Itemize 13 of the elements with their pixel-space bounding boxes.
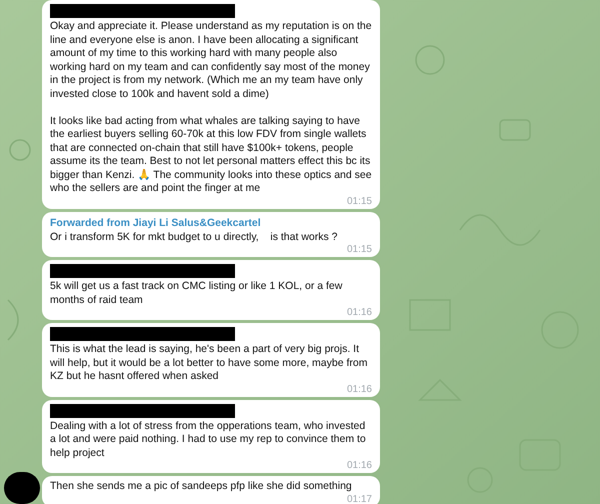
message-text: 5k will get us a fast track on CMC listing or like 1 KOL, or a few months of raid team <box>50 280 344 307</box>
message-text: Dealing with a lot of stress from the opperations team, who invested a lot and were paid nothing. I had to use my rep to convince them to help project <box>50 420 367 460</box>
message-time: 01:15 <box>346 196 372 208</box>
message-time: 01:16 <box>346 384 372 396</box>
message-time: 01:15 <box>346 244 372 256</box>
message-text: Or i transform 5K for mkt budget to u directly, is that works ? <box>50 230 338 244</box>
message-text: This is what the lead is saying, he's been a part of very big projs. It will help, but it would be a lot better to have some more, maybe from KZ but he hasnt offered when asked <box>50 343 368 384</box>
forwarded-label: Forwarded from Jiayi Li Salus&Geekcartel <box>50 216 262 230</box>
message-text: Okay and appreciate it. Please understand as my reputation is on the line and everyone else is anon. I have been allocating a significant amount of my time to this working hard with many people also working hard on my team and can confidently say most of the money in the project is from my network. (Which me an my team have only invested close to 100k and havent sold a dime) It looks like bad acting from what whales are talking saying to have the earliest buyers selling 60-70k at this low FDV from single wallets that are connected on-chain that still have $100k+ tokens, people assume its the team. Best to not let personal matters effect this bc its bigger than Kenzi. 🙏 The community looks into these optics and see who the sellers are and point the finger at me <box>50 20 372 196</box>
message-time: 01:16 <box>346 460 372 472</box>
message-time: 01:17 <box>346 494 372 504</box>
message-time: 01:16 <box>346 307 372 319</box>
message-text: Then she sends me a pic of sandeeps pfp like she did something <box>50 480 353 494</box>
